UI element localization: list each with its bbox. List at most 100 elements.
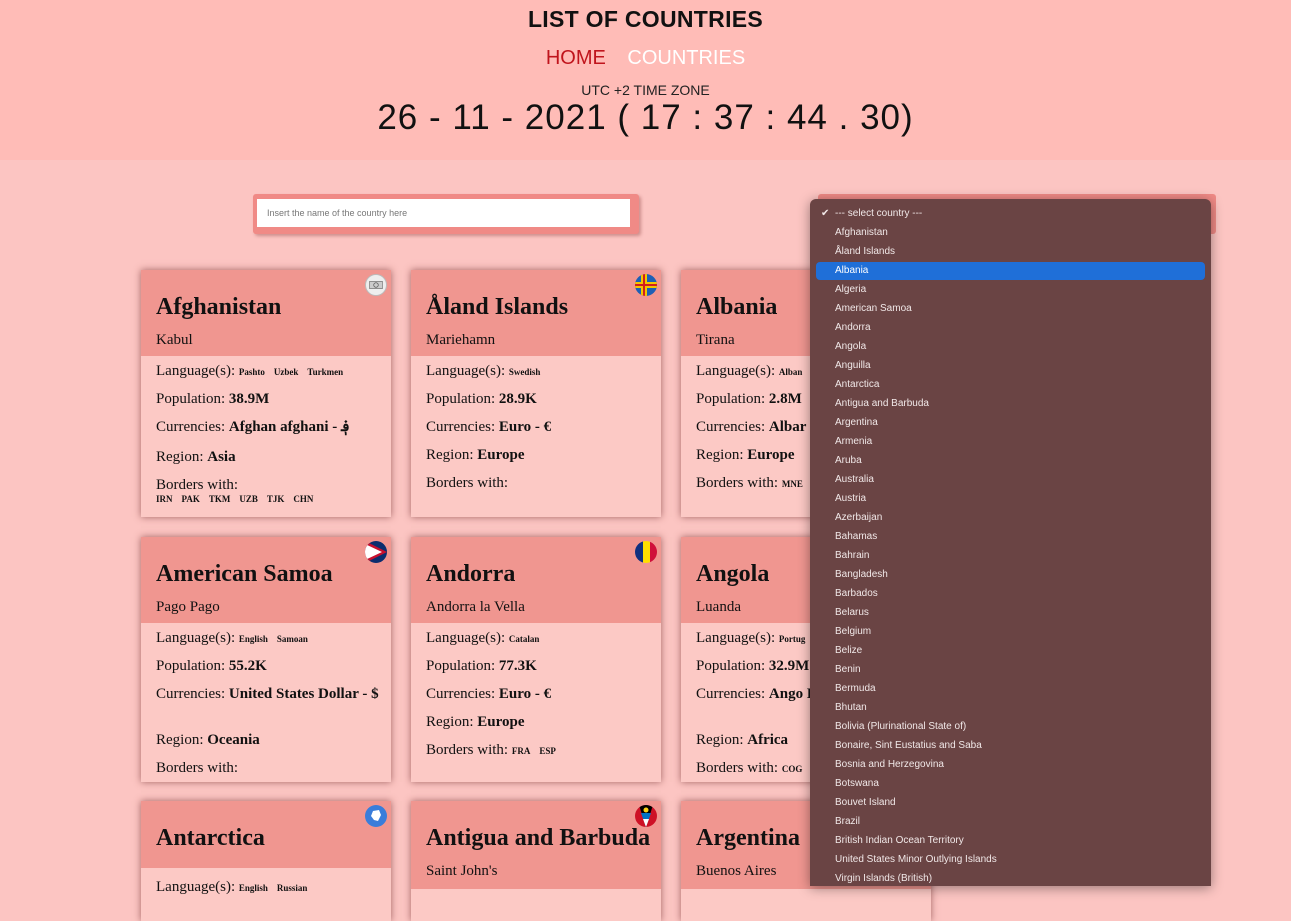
language-chip: Swedish <box>508 367 541 377</box>
dropdown-option-label: --- select country --- <box>835 208 923 219</box>
timezone-label: UTC +2 TIME ZONE <box>581 82 710 98</box>
dropdown-option[interactable]: Albania <box>816 262 1205 280</box>
date-time-clock: 26 - 11 - 2021 ( 17 : 37 : 44 . 30) <box>377 98 914 137</box>
antigua-and-barbuda-flag-icon <box>635 805 657 827</box>
dropdown-option[interactable]: Brazil <box>816 813 1205 831</box>
region-value: Europe <box>747 447 795 463</box>
language-chip: Portug <box>778 634 806 644</box>
border-code: FRA <box>511 746 531 756</box>
country-name: Argentina <box>696 825 800 851</box>
country-capital: Andorra la Vella <box>426 599 525 615</box>
currencies-row: Currencies: Euro - € <box>426 419 552 435</box>
border-code: TKM <box>208 494 231 504</box>
border-code: TJK <box>266 494 285 504</box>
dropdown-option[interactable]: Australia <box>816 471 1205 489</box>
country-capital: Luanda <box>696 599 741 615</box>
population-row: Population: 77.3K <box>426 658 537 674</box>
american-samoa-flag-icon <box>365 541 387 563</box>
dropdown-option[interactable]: Angola <box>816 338 1205 356</box>
country-capital: Pago Pago <box>156 599 220 615</box>
dropdown-option[interactable]: Argentina <box>816 414 1205 432</box>
card-header: Andorra Andorra la Vella <box>411 537 661 623</box>
dropdown-option[interactable]: Bolivia (Plurinational State of) <box>816 718 1205 736</box>
page-header: LIST OF COUNTRIES HOME COUNTRIES UTC +2 … <box>0 0 1291 160</box>
dropdown-option[interactable]: Antarctica <box>816 376 1205 394</box>
dropdown-option[interactable]: Antigua and Barbuda <box>816 395 1205 413</box>
border-code: MNE <box>781 479 803 489</box>
dropdown-option[interactable]: Barbados <box>816 585 1205 603</box>
dropdown-option[interactable]: Afghanistan <box>816 224 1205 242</box>
border-code: COG <box>781 764 803 774</box>
country-card[interactable]: Andorra Andorra la Vella Language(s): Ca… <box>411 537 661 782</box>
country-search-input[interactable] <box>257 199 630 227</box>
nav-countries-link[interactable]: COUNTRIES <box>627 47 745 69</box>
borders-list: IRN PAK TKM UZB TJK CHN <box>156 494 383 504</box>
dropdown-option[interactable]: Bahrain <box>816 547 1205 565</box>
card-header: Antigua and Barbuda Saint John's <box>411 801 661 889</box>
language-chip: Pashto <box>238 367 265 377</box>
dropdown-option[interactable]: Bonaire, Sint Eustatius and Saba <box>816 737 1205 755</box>
population-row: Population: 38.9M <box>156 391 270 407</box>
region-value: Europe <box>477 447 525 463</box>
dropdown-option[interactable]: Belarus <box>816 604 1205 622</box>
country-card[interactable]: Antarctica Language(s): English Russian <box>141 801 391 921</box>
country-card[interactable]: American Samoa Pago Pago Language(s): En… <box>141 537 391 782</box>
currency-value: Euro - € <box>498 686 552 702</box>
border-code: CHN <box>293 494 314 504</box>
dropdown-option[interactable]: Benin <box>816 661 1205 679</box>
country-select-dropdown[interactable]: ✔ --- select country --- Afghanistan Åland … <box>810 199 1211 886</box>
country-card[interactable]: Afghanistan Kabul Language(s): Pashto Uzb… <box>141 270 391 517</box>
dropdown-option[interactable]: American Samoa <box>816 300 1205 318</box>
country-name: American Samoa <box>156 561 333 587</box>
dropdown-option[interactable]: Bermuda <box>816 680 1205 698</box>
nav-home-link[interactable]: HOME <box>546 47 606 69</box>
languages-row: Language(s): Catalan <box>426 630 540 646</box>
dropdown-option[interactable]: Virgin Islands (British) <box>816 870 1205 886</box>
dropdown-option[interactable]: Algeria <box>816 281 1205 299</box>
population-row: Population: 28.9K <box>426 391 537 407</box>
dropdown-option[interactable]: Bouvet Island <box>816 794 1205 812</box>
language-chip: Samoan <box>276 634 308 644</box>
dropdown-option[interactable]: Azerbaijan <box>816 509 1205 527</box>
dropdown-option[interactable]: Bosnia and Herzegovina <box>816 756 1205 774</box>
dropdown-option[interactable]: Belize <box>816 642 1205 660</box>
currency-value: Afghan afghani - ؋ <box>228 419 350 435</box>
main-nav: HOME COUNTRIES <box>0 47 1291 70</box>
country-capital: Mariehamn <box>426 332 496 348</box>
languages-row: Language(s): Swedish <box>426 363 541 379</box>
dropdown-option[interactable]: ✔ --- select country --- <box>816 205 1205 223</box>
language-chip: Russian <box>276 883 308 893</box>
dropdown-option[interactable]: Bangladesh <box>816 566 1205 584</box>
dropdown-option[interactable]: Bahamas <box>816 528 1205 546</box>
region-value: Africa <box>747 732 789 748</box>
population-value: 2.8M <box>768 391 802 407</box>
borders-row: Borders with: <box>156 477 239 493</box>
population-value: 32.9M <box>768 658 810 674</box>
afghanistan-flag-icon <box>365 274 387 296</box>
dropdown-option[interactable]: Armenia <box>816 433 1205 451</box>
dropdown-option[interactable]: Belgium <box>816 623 1205 641</box>
population-row: Population: 55.2K <box>156 658 267 674</box>
region-value: Europe <box>477 714 525 730</box>
dropdown-option[interactable]: Austria <box>816 490 1205 508</box>
dropdown-option[interactable]: Anguilla <box>816 357 1205 375</box>
dropdown-option[interactable]: Bhutan <box>816 699 1205 717</box>
dropdown-option[interactable]: British Indian Ocean Territory <box>816 832 1205 850</box>
borders-row: Borders with: FRA ESP <box>426 742 556 758</box>
population-value: 55.2K <box>228 658 267 674</box>
country-capital: Buenos Aires <box>696 863 777 879</box>
languages-row: Language(s): English Samoan <box>156 630 308 646</box>
aland-islands-flag-icon <box>635 274 657 296</box>
country-card[interactable]: Antigua and Barbuda Saint John's <box>411 801 661 921</box>
dropdown-option[interactable]: Andorra <box>816 319 1205 337</box>
card-header: Afghanistan Kabul <box>141 270 391 356</box>
dropdown-option[interactable]: Åland Islands <box>816 243 1205 261</box>
currencies-row: Currencies: United States Dollar - $ <box>156 686 379 702</box>
languages-row: Language(s): Pashto Uzbek Turkmen <box>156 363 344 379</box>
country-name: Albania <box>696 294 778 320</box>
dropdown-option[interactable]: United States Minor Outlying Islands <box>816 851 1205 869</box>
dropdown-option[interactable]: Botswana <box>816 775 1205 793</box>
dropdown-option[interactable]: Aruba <box>816 452 1205 470</box>
country-card[interactable]: Åland Islands Mariehamn Language(s): Swe… <box>411 270 661 517</box>
population-value: 38.9M <box>228 391 270 407</box>
